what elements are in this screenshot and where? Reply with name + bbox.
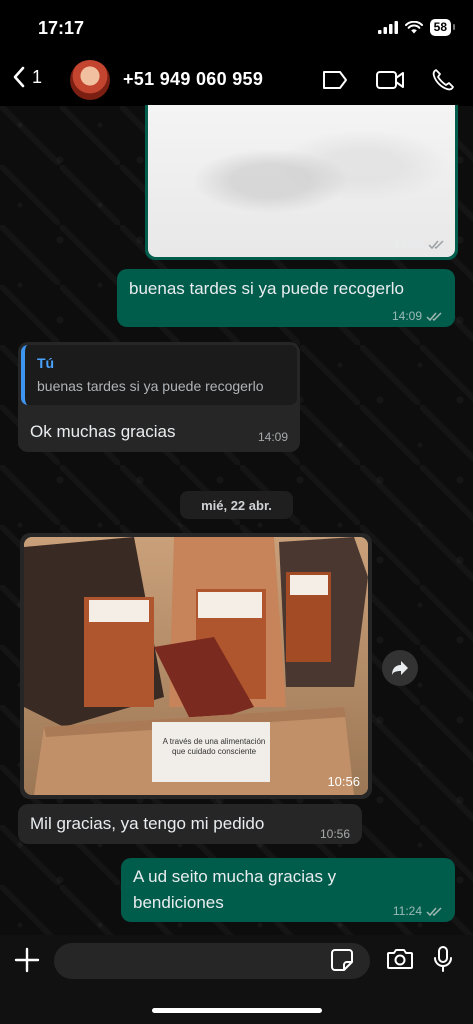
message-text: Ok muchas gracias: [30, 422, 176, 441]
message-time: 10:56: [319, 827, 350, 841]
double-check-icon: [428, 239, 444, 249]
message-text: Mil gracias, ya tengo mi pedido: [30, 814, 265, 833]
status-time: 17:17: [38, 18, 85, 38]
sticker-icon[interactable]: [330, 948, 354, 972]
message-time: 10:56: [327, 774, 360, 789]
message-meta: 11:24: [393, 904, 443, 918]
microphone-icon[interactable]: [433, 945, 453, 973]
phone-call-icon[interactable]: [431, 68, 455, 92]
outgoing-message[interactable]: A ud seito mucha gracias y bendiciones 1…: [121, 858, 455, 922]
message-input[interactable]: [54, 943, 370, 979]
back-button[interactable]: 1: [12, 66, 42, 88]
message-time: 14:09: [391, 309, 422, 323]
double-check-icon: [426, 906, 442, 916]
label-icon[interactable]: [321, 69, 349, 91]
quote-text: buenas tardes si ya puede recogerlo: [37, 378, 264, 394]
message-text-line-2: bendiciones: [133, 893, 224, 912]
wifi-icon: [404, 21, 423, 34]
chat-area: 14:08 buenas tardes si ya puede recogerl…: [0, 105, 473, 935]
unread-count: 1: [32, 66, 43, 87]
incoming-message[interactable]: Tú buenas tardes si ya puede recogerlo O…: [18, 342, 300, 452]
message-meta: 14:09: [392, 309, 443, 323]
forward-icon: [392, 661, 408, 675]
message-meta: 14:08: [394, 237, 445, 251]
photo-meta: 10:56: [327, 774, 360, 789]
message-text-line-1: A ud seito mucha gracias y: [133, 867, 337, 886]
quote-author: Tú: [37, 355, 55, 371]
header-actions: [321, 68, 455, 92]
image-message-top[interactable]: 14:08: [145, 105, 458, 260]
chevron-left-icon: [13, 66, 25, 88]
quoted-message[interactable]: Tú buenas tardes si ya puede recogerlo: [21, 345, 297, 405]
message-time: 14:09: [257, 430, 288, 444]
incoming-message[interactable]: Mil gracias, ya tengo mi pedido 10:56: [18, 804, 362, 844]
status-icons: 58: [377, 19, 456, 36]
photo-message[interactable]: A través de una alimentación que cuidado…: [20, 533, 372, 799]
status-bar: 17:17 58: [0, 0, 473, 56]
plus-icon[interactable]: [14, 947, 40, 973]
message-meta: 14:09: [258, 430, 288, 444]
box-label-text: A través de una alimentación que cuidado…: [162, 737, 266, 756]
home-indicator: [152, 1008, 322, 1013]
camera-icon[interactable]: [386, 947, 414, 971]
date-separator: mié, 22 abr.: [180, 491, 293, 519]
signal-icon: [377, 21, 398, 34]
chat-header: 1 +51 949 060 959: [0, 56, 473, 106]
contact-name[interactable]: +51 949 060 959: [123, 69, 263, 90]
battery-indicator: 58: [429, 19, 456, 36]
forward-button[interactable]: [382, 650, 418, 686]
video-call-icon[interactable]: [375, 69, 405, 91]
blurred-image[interactable]: 14:08: [148, 105, 455, 257]
product-photo[interactable]: A través de una alimentación que cuidado…: [24, 537, 368, 795]
message-meta: 10:56: [320, 827, 350, 841]
avatar[interactable]: [70, 60, 110, 100]
message-time: 14:08: [393, 237, 424, 251]
double-check-icon: [426, 311, 442, 321]
message-time: 11:24: [392, 904, 422, 918]
message-text: buenas tardes si ya puede recogerlo: [129, 279, 405, 298]
outgoing-message[interactable]: buenas tardes si ya puede recogerlo 14:0…: [117, 269, 455, 327]
